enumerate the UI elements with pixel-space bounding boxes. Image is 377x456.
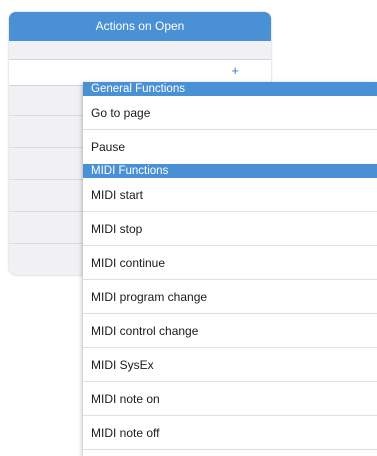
menu-item-midi-program-change[interactable]: MIDI program change [83, 280, 377, 314]
menu-item-midi-stop[interactable]: MIDI stop [83, 212, 377, 246]
menu-item-midi-control-change[interactable]: MIDI control change [83, 314, 377, 348]
menu-item-midi-continue[interactable]: MIDI continue [83, 246, 377, 280]
panel-title: Actions on Open [9, 12, 271, 41]
menu-item-midi-sysex[interactable]: MIDI SysEx [83, 348, 377, 382]
action-picker-menu: General Functions Go to page Pause MIDI … [83, 82, 377, 456]
menu-item-go-to-page[interactable]: Go to page [83, 96, 377, 130]
menu-item-midi-note-on[interactable]: MIDI note on [83, 382, 377, 416]
menu-item-pause[interactable]: Pause [83, 130, 377, 164]
section-header-general-functions: General Functions [83, 82, 377, 96]
menu-item-midi-note-off[interactable]: MIDI note off [83, 416, 377, 450]
add-action-button[interactable]: + [231, 62, 239, 80]
section-header-midi-functions: MIDI Functions [83, 164, 377, 178]
menu-item-midi-start[interactable]: MIDI start [83, 178, 377, 212]
